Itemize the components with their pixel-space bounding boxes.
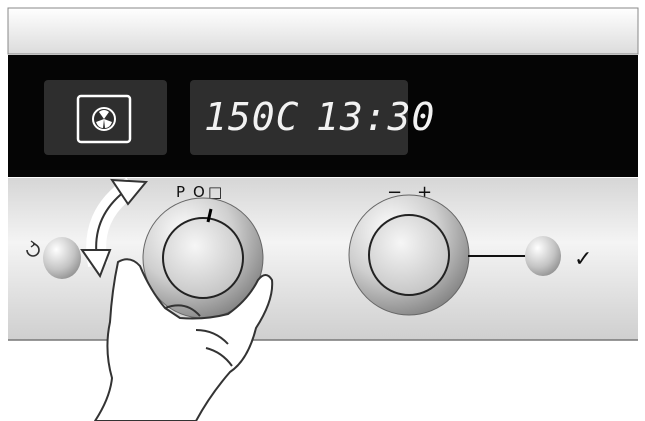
checkmark-icon: ✓ bbox=[574, 247, 592, 272]
temperature-readout: 150C bbox=[204, 95, 300, 139]
right-knob[interactable] bbox=[348, 194, 470, 316]
fan-icon bbox=[76, 94, 132, 144]
left-button[interactable] bbox=[43, 237, 81, 279]
right-button[interactable] bbox=[525, 236, 561, 276]
oven-control-panel: 150C 13:30 P O □ − + ✓ bbox=[7, 7, 639, 421]
time-readout: 13:30 bbox=[316, 95, 435, 139]
knob-label-p: P bbox=[176, 183, 185, 201]
panel-top-trim bbox=[7, 7, 639, 55]
